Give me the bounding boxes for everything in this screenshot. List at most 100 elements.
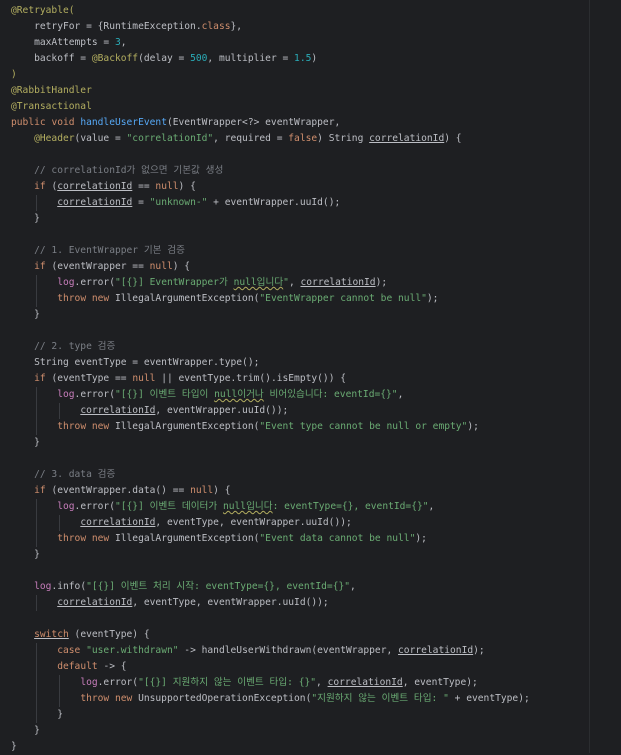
code-line[interactable]: log.error("[{}] 이벤트 타입이 null이거나 비어있습니다: … (11, 387, 581, 403)
code-token: log (80, 677, 98, 688)
code-line[interactable]: } (11, 435, 581, 451)
code-editor[interactable]: @Retryable( retryFor = {RuntimeException… (0, 0, 621, 753)
code-line[interactable]: String eventType = eventWrapper.type(); (11, 355, 581, 371)
indent-guide (36, 419, 38, 435)
code-line[interactable]: correlationId, eventWrapper.uuId()); (11, 403, 581, 419)
code-line[interactable] (11, 227, 581, 243)
code-token: (eventType) { (68, 629, 150, 640)
code-token: "Event type cannot be null or empty" (259, 421, 468, 432)
code-token: "Event data cannot be null" (259, 533, 416, 544)
code-token: IllegalArgumentException( (114, 293, 260, 304)
code-token: } (11, 213, 40, 224)
code-line[interactable]: @RabbitHandler (11, 83, 581, 99)
code-token: || eventType.trim().isEmpty()) { (161, 373, 347, 384)
code-token: null (132, 373, 162, 384)
code-line[interactable]: log.error("[{}] 지원하지 않는 이벤트 타입: {}", cor… (11, 675, 581, 691)
code-line[interactable]: log.info("[{}] 이벤트 처리 시작: eventType={}, … (11, 579, 581, 595)
code-line[interactable]: backoff = @Backoff(delay = 500, multipli… (11, 51, 581, 67)
code-line[interactable] (11, 147, 581, 163)
code-line[interactable]: case "user.withdrawn" -> handleUserWithd… (11, 643, 581, 659)
code-line[interactable]: ) (11, 67, 581, 83)
code-token: "correlationId" (126, 133, 214, 144)
code-token: 비어있습니다: eventId={}" (263, 389, 398, 400)
code-line[interactable]: } (11, 707, 581, 723)
code-line[interactable]: correlationId, eventType, eventWrapper.u… (11, 595, 581, 611)
code-token: ); (375, 277, 388, 288)
code-token: , multiplier = (207, 53, 295, 64)
code-line[interactable]: maxAttempts = 3, (11, 35, 581, 51)
code-line[interactable] (11, 323, 581, 339)
code-token: new (91, 533, 115, 544)
code-token: maxAttempts = (11, 37, 115, 48)
indent-guide (59, 691, 61, 707)
code-line[interactable] (11, 563, 581, 579)
code-line[interactable]: throw new IllegalArgumentException("Even… (11, 531, 581, 547)
code-line[interactable]: default -> { (11, 659, 581, 675)
code-line[interactable]: } (11, 547, 581, 563)
code-line[interactable]: throw new IllegalArgumentException("Even… (11, 419, 581, 435)
code-token: // 3. data 검증 (11, 469, 116, 480)
code-line[interactable]: } (11, 723, 581, 739)
code-token: IllegalArgumentException( (114, 533, 260, 544)
code-token: "[{}] EventWrapper가 (114, 277, 234, 288)
code-token: , eventType, eventWrapper.uuId()); (132, 597, 329, 608)
code-line[interactable]: public void handleUserEvent(EventWrapper… (11, 115, 581, 131)
indent-guide (59, 403, 61, 419)
code-token: new (114, 693, 139, 704)
code-token: handleUserEvent (80, 117, 167, 128)
code-line[interactable]: correlationId, eventType, eventWrapper.u… (11, 515, 581, 531)
indent-guide (36, 531, 38, 547)
code-token: .info( (51, 581, 87, 592)
code-line[interactable]: if (eventWrapper == null) { (11, 259, 581, 275)
code-token: switch (34, 629, 69, 640)
code-line[interactable]: log.error("[{}] EventWrapper가 null입니다", … (11, 275, 581, 291)
code-token: correlationId (57, 181, 133, 192)
code-token: retryFor = { (11, 21, 104, 32)
code-line[interactable]: // 1. EventWrapper 기본 검증 (11, 243, 581, 259)
code-token: correlationId (327, 677, 403, 688)
code-token: , (350, 581, 356, 592)
code-token: , eventWrapper.uuId()); (155, 405, 289, 416)
code-token: throw (80, 693, 115, 704)
code-token: backoff = (11, 53, 92, 64)
code-line[interactable]: throw new IllegalArgumentException("Even… (11, 291, 581, 307)
code-line[interactable]: // correlationId가 없으면 기본값 생성 (11, 163, 581, 179)
code-token: throw (57, 533, 92, 544)
code-token: @Header (34, 133, 75, 144)
code-line[interactable]: throw new UnsupportedOperationException(… (11, 691, 581, 707)
code-line[interactable]: } (11, 307, 581, 323)
code-token: } (11, 549, 40, 560)
indent-guide (36, 675, 38, 691)
code-line[interactable]: if (correlationId == null) { (11, 179, 581, 195)
code-token: } (11, 741, 17, 752)
code-line[interactable]: if (eventType == null || eventType.trim(… (11, 371, 581, 387)
code-token: , eventType); (402, 677, 478, 688)
code-line[interactable]: // 3. data 검증 (11, 467, 581, 483)
code-line[interactable]: switch (eventType) { (11, 627, 581, 643)
code-line[interactable]: @Retryable( (11, 3, 581, 19)
code-line[interactable]: log.error("[{}] 이벤트 데이터가 null입니다: eventT… (11, 499, 581, 515)
indent-guide (36, 403, 38, 419)
code-line[interactable]: retryFor = {RuntimeException.class}, (11, 19, 581, 35)
code-token: }, (230, 21, 243, 32)
code-line[interactable]: @Header(value = "correlationId", require… (11, 131, 581, 147)
code-area[interactable]: @Retryable( retryFor = {RuntimeException… (11, 3, 581, 755)
code-line[interactable] (11, 611, 581, 627)
code-line[interactable] (11, 451, 581, 467)
code-token: (eventWrapper == (51, 261, 150, 272)
code-token: 500 (190, 53, 208, 64)
code-token: (delay = (138, 53, 191, 64)
code-token: new (91, 293, 115, 304)
code-token: log (57, 389, 75, 400)
code-line[interactable]: if (eventWrapper.data() == null) { (11, 483, 581, 499)
code-token: correlationId (57, 197, 133, 208)
code-line[interactable]: @Transactional (11, 99, 581, 115)
code-token: ) { (178, 181, 196, 192)
code-line[interactable]: correlationId = "unknown-" + eventWrappe… (11, 195, 581, 211)
code-line[interactable]: // 2. type 검증 (11, 339, 581, 355)
code-token: (value = (74, 133, 127, 144)
code-token: correlationId (398, 645, 474, 656)
code-line[interactable]: } (11, 211, 581, 227)
